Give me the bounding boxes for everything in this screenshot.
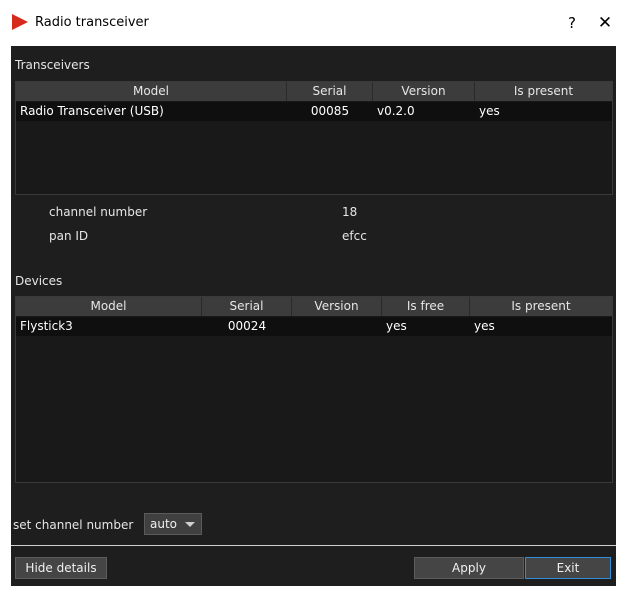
column-header-serial[interactable]: Serial <box>202 297 292 316</box>
table-row[interactable]: Radio Transceiver (USB) 00085 v0.2.0 yes <box>16 102 612 121</box>
pan-id-value: efcc <box>342 229 367 243</box>
hide-details-button[interactable]: Hide details <box>15 557 107 579</box>
footer-divider <box>11 545 616 546</box>
cell-version: v0.2.0 <box>377 104 415 118</box>
pan-id-label: pan ID <box>49 229 89 243</box>
cell-model: Flystick3 <box>20 319 73 333</box>
devices-label: Devices <box>15 274 63 288</box>
chevron-down-icon <box>185 522 195 527</box>
transceivers-table[interactable]: Model Serial Version Is present Radio Tr… <box>15 81 613 195</box>
cell-serial: 00085 <box>310 104 350 118</box>
close-button[interactable]: ✕ <box>593 12 617 34</box>
table-row[interactable]: Flystick3 00024 yes yes <box>16 317 612 336</box>
column-header-version[interactable]: Version <box>292 297 382 316</box>
channel-number-value: 18 <box>342 205 358 219</box>
title-bar: Radio transceiver ? ✕ <box>0 0 623 46</box>
dialog-body: Transceivers Model Serial Version Is pre… <box>11 46 616 586</box>
window-title: Radio transceiver <box>35 15 149 30</box>
cell-serial: 00024 <box>227 319 267 333</box>
column-header-is-present[interactable]: Is present <box>475 82 612 101</box>
column-header-is-free[interactable]: Is free <box>382 297 470 316</box>
devices-table[interactable]: Model Serial Version Is free Is present … <box>15 296 613 483</box>
cell-is-present: yes <box>479 104 500 118</box>
column-header-model[interactable]: Model <box>16 82 287 101</box>
channel-number-label: channel number <box>49 205 148 219</box>
cell-is-present: yes <box>474 319 495 333</box>
apply-button[interactable]: Apply <box>414 557 524 579</box>
set-channel-number-label: set channel number <box>13 518 134 532</box>
column-header-is-present[interactable]: Is present <box>470 297 612 316</box>
channel-number-dropdown[interactable]: auto <box>144 513 202 535</box>
channel-number-dropdown-value: auto <box>150 517 178 531</box>
exit-button[interactable]: Exit <box>525 557 611 579</box>
column-header-model[interactable]: Model <box>16 297 202 316</box>
app-logo-icon <box>12 14 28 30</box>
column-header-serial[interactable]: Serial <box>287 82 373 101</box>
column-header-version[interactable]: Version <box>373 82 475 101</box>
devices-table-header: Model Serial Version Is free Is present <box>16 297 612 316</box>
transceivers-table-header: Model Serial Version Is present <box>16 82 612 101</box>
cell-version <box>292 317 382 336</box>
transceivers-label: Transceivers <box>15 58 90 72</box>
help-button[interactable]: ? <box>560 12 584 34</box>
cell-model: Radio Transceiver (USB) <box>20 104 164 118</box>
cell-is-free: yes <box>386 319 407 333</box>
